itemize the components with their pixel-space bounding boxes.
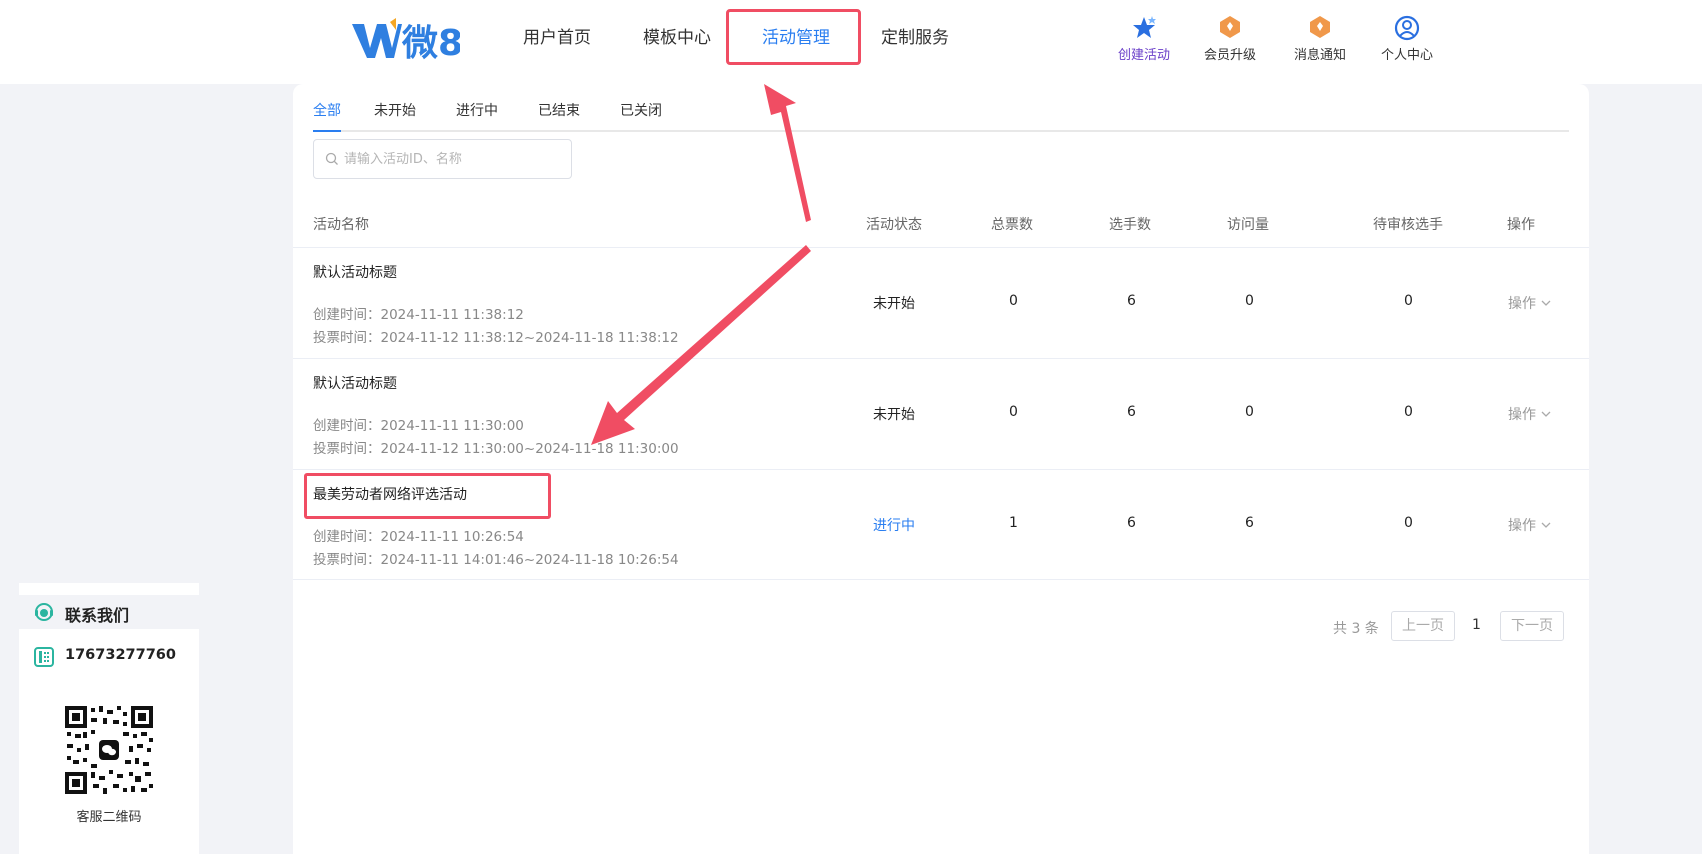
players-cell: 6 [1127, 293, 1136, 309]
table-row: 默认活动标题 创建时间：2024-11-11 11:30:00 投票时间：202… [293, 358, 1589, 469]
nav-user-home[interactable]: 用户首页 [523, 24, 591, 52]
status-cell: 进行中 [873, 518, 915, 534]
profile-label: 个人中心 [1380, 48, 1433, 63]
notifications-label: 消息通知 [1293, 48, 1346, 63]
star-icon [1133, 16, 1156, 38]
vote-time: 投票时间：2024-11-11 14:01:46~2024-11-18 10:2… [313, 552, 679, 568]
tab-closed[interactable]: 已关闭 [620, 100, 662, 120]
visits-cell: 0 [1245, 404, 1254, 420]
contact-panel: 联系我们 17673277760 客服二维码 [19, 583, 199, 854]
chevron-down-icon [1541, 411, 1551, 417]
nav-template-center[interactable]: 模板中心 [643, 24, 711, 52]
user-icon [1394, 15, 1420, 41]
tab-all-label: 全部 [313, 103, 341, 119]
status-cell: 未开始 [873, 407, 915, 423]
visits-cell: 0 [1245, 293, 1254, 309]
tab-ended[interactable]: 已结束 [538, 100, 580, 120]
pending-cell: 0 [1404, 404, 1413, 420]
search-box[interactable] [313, 139, 572, 179]
current-page[interactable]: 1 [1472, 617, 1481, 633]
votes-cell: 1 [1009, 515, 1018, 531]
col-header-name: 活动名称 [313, 217, 369, 233]
search-icon [325, 152, 338, 165]
weiba-logo[interactable]: 微8 [350, 16, 460, 62]
activity-name[interactable]: 最美劳动者网络评选活动 [313, 484, 467, 504]
create-activity-label: 创建活动 [1117, 48, 1170, 63]
operations-dropdown[interactable]: 操作 [1508, 404, 1552, 424]
players-cell: 6 [1127, 404, 1136, 420]
activity-name[interactable]: 默认活动标题 [313, 262, 397, 282]
pagination-total: 共 3 条 [1333, 621, 1379, 637]
col-header-votes: 总票数 [991, 217, 1033, 233]
member-upgrade-label: 会员升级 [1203, 48, 1256, 63]
nav-custom-service[interactable]: 定制服务 [881, 24, 949, 52]
activity-name[interactable]: 默认活动标题 [313, 373, 397, 393]
contact-phone: 17673277760 [65, 647, 176, 663]
profile-button[interactable]: 个人中心 [1367, 14, 1447, 63]
table-row: 默认活动标题 创建时间：2024-11-11 11:38:12 投票时间：202… [293, 247, 1589, 358]
activity-list-panel: 全部 未开始 进行中 已结束 已关闭 活动名称 活动状态 总票数 选手数 访问量… [293, 84, 1589, 854]
chevron-down-icon [1541, 522, 1551, 528]
pending-cell: 0 [1404, 293, 1413, 309]
vote-time: 投票时间：2024-11-12 11:38:12~2024-11-18 11:3… [313, 330, 679, 346]
customer-service-icon [35, 603, 53, 621]
top-header: 微8 用户首页 模板中心 活动管理 定制服务 创建活动 会员升级 消息通知 个人… [0, 0, 1702, 84]
search-input[interactable] [344, 148, 564, 170]
next-page-button[interactable]: 下一页 [1500, 611, 1564, 641]
status-cell: 未开始 [873, 296, 915, 312]
svg-text:微8: 微8 [401, 23, 460, 62]
bell-medal-icon [1310, 16, 1330, 38]
visits-cell: 6 [1245, 515, 1254, 531]
member-upgrade-button[interactable]: 会员升级 [1190, 14, 1270, 63]
notifications-button[interactable]: 消息通知 [1280, 14, 1360, 63]
qr-code-label: 客服二维码 [76, 810, 142, 825]
tab-active-underline [313, 130, 341, 132]
phone-icon [34, 647, 54, 667]
nav-highlight-box [726, 9, 861, 65]
table-row: 最美劳动者网络评选活动 创建时间：2024-11-11 10:26:54 投票时… [293, 469, 1589, 580]
medal-icon [1220, 16, 1240, 38]
chevron-down-icon [1541, 300, 1551, 306]
votes-cell: 0 [1009, 293, 1018, 309]
pending-cell: 0 [1404, 515, 1413, 531]
created-time: 创建时间：2024-11-11 11:30:00 [313, 418, 524, 434]
col-header-pending: 待审核选手 [1373, 217, 1443, 233]
status-tabs: 全部 未开始 进行中 已结束 已关闭 [313, 92, 1569, 132]
operations-dropdown[interactable]: 操作 [1508, 515, 1552, 535]
contact-title: 联系我们 [65, 606, 130, 625]
operations-label: 操作 [1508, 407, 1536, 423]
operations-label: 操作 [1508, 296, 1536, 312]
prev-page-button[interactable]: 上一页 [1391, 611, 1455, 641]
qr-code-icon [63, 704, 155, 796]
created-time: 创建时间：2024-11-11 10:26:54 [313, 529, 524, 545]
tab-all[interactable]: 全部 [313, 100, 341, 120]
votes-cell: 0 [1009, 404, 1018, 420]
players-cell: 6 [1127, 515, 1136, 531]
created-time: 创建时间：2024-11-11 11:38:12 [313, 307, 524, 323]
operations-label: 操作 [1508, 518, 1536, 534]
col-header-status: 活动状态 [866, 217, 922, 233]
operations-dropdown[interactable]: 操作 [1508, 293, 1552, 313]
tab-not-started[interactable]: 未开始 [374, 100, 416, 120]
tab-in-progress[interactable]: 进行中 [456, 100, 498, 120]
vote-time: 投票时间：2024-11-12 11:30:00~2024-11-18 11:3… [313, 441, 679, 457]
create-activity-button[interactable]: 创建活动 [1104, 14, 1184, 63]
col-header-visits: 访问量 [1227, 217, 1269, 233]
col-header-players: 选手数 [1109, 217, 1151, 233]
col-header-operations: 操作 [1507, 217, 1535, 233]
